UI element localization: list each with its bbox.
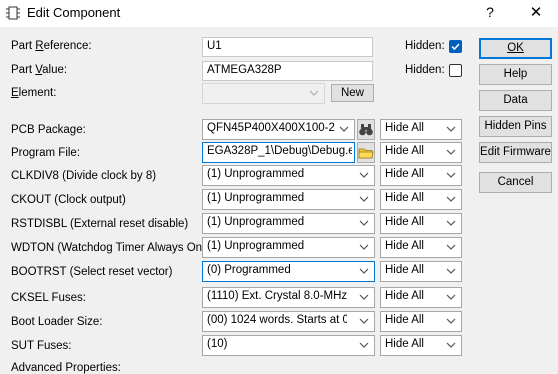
hide-option-select[interactable]: Hide All (380, 287, 462, 308)
property-label: RSTDISBL (External reset disable) (11, 218, 189, 230)
property-value-select[interactable]: (1) Unprogrammed (202, 213, 375, 234)
chevron-down-icon (359, 318, 369, 324)
chevron-down-icon (359, 244, 369, 250)
element-select[interactable] (202, 83, 325, 104)
hide-option-select[interactable]: Hide All (380, 237, 462, 258)
hide-option-select[interactable]: Hide All (380, 119, 462, 140)
help-icon[interactable]: ? (468, 0, 512, 27)
element-label: Element: (11, 87, 57, 99)
hidden-pins-button[interactable]: Hidden Pins (479, 116, 552, 137)
property-value-select[interactable]: (1) Unprogrammed (202, 165, 375, 186)
part-value-input[interactable]: ATMEGA328P (202, 61, 373, 81)
property-value-select[interactable]: (10) (202, 335, 375, 356)
window-title: Edit Component (27, 5, 121, 20)
pcb-package-select[interactable]: QFN45P400X400X100-29 (202, 119, 355, 140)
edit-firmware-button[interactable]: Edit Firmware (479, 142, 552, 163)
property-value-select[interactable]: (00) 1024 words. Starts at 0x1C0 (202, 311, 375, 332)
chevron-down-icon (309, 90, 319, 96)
advanced-properties-label: Advanced Properties: (11, 362, 121, 374)
program-file-input[interactable]: EGA328P_1\Debug\Debug.elf (202, 142, 355, 163)
property-value-select[interactable]: (0) Programmed (202, 261, 375, 282)
chevron-down-icon (446, 268, 456, 274)
part-reference-hidden-checkbox[interactable] (449, 40, 462, 53)
part-value-label: Part Value: (11, 64, 68, 76)
chevron-down-icon (446, 244, 456, 250)
property-label: CKOUT (Clock output) (11, 194, 126, 206)
cancel-button[interactable]: Cancel (479, 172, 552, 193)
chevron-down-icon (446, 342, 456, 348)
chevron-down-icon (446, 196, 456, 202)
chevron-down-icon (446, 126, 456, 132)
chevron-down-icon (446, 318, 456, 324)
property-label: SUT Fuses: (11, 340, 72, 352)
new-element-button[interactable]: New (331, 84, 374, 102)
folder-icon (358, 148, 374, 159)
chevron-down-icon (446, 172, 456, 178)
browse-file-button[interactable] (357, 142, 375, 163)
hide-option-select[interactable]: Hide All (380, 335, 462, 356)
part-reference-label: Part Reference: (11, 40, 92, 52)
hide-option-select[interactable]: Hide All (380, 142, 462, 163)
property-label: Program File: (11, 147, 81, 159)
part-reference-input[interactable]: U1 (202, 37, 373, 57)
hide-option-select[interactable]: Hide All (380, 311, 462, 332)
binoculars-icon (359, 124, 373, 136)
hide-option-select[interactable]: Hide All (380, 189, 462, 210)
chevron-down-icon (446, 220, 456, 226)
property-label: WDTON (Watchdog Timer Always On) (11, 242, 206, 254)
property-label: Boot Loader Size: (11, 316, 103, 328)
chevron-down-icon (359, 196, 369, 202)
chevron-down-icon (359, 172, 369, 178)
ok-button[interactable]: OK (479, 38, 552, 59)
title-bar: Edit Component ? ✕ (0, 0, 558, 27)
property-value-select[interactable]: (1) Unprogrammed (202, 237, 375, 258)
chevron-down-icon (359, 268, 369, 274)
part-value-hidden-checkbox[interactable] (449, 64, 462, 77)
property-label: CKSEL Fuses: (11, 292, 86, 304)
property-label: CLKDIV8 (Divide clock by 8) (11, 170, 157, 182)
chevron-down-icon (359, 220, 369, 226)
hide-option-select[interactable]: Hide All (380, 213, 462, 234)
part-value-hidden-label: Hidden: (405, 64, 445, 76)
chevron-down-icon (339, 126, 349, 132)
browse-package-button[interactable] (357, 119, 375, 140)
help-button[interactable]: Help (479, 64, 552, 85)
property-label: BOOTRST (Select reset vector) (11, 266, 173, 278)
part-reference-hidden-label: Hidden: (405, 40, 445, 52)
component-icon (6, 6, 20, 20)
chevron-down-icon (446, 294, 456, 300)
close-icon[interactable]: ✕ (514, 0, 558, 27)
checkmark-icon (451, 43, 460, 51)
hide-option-select[interactable]: Hide All (380, 261, 462, 282)
chevron-down-icon (359, 342, 369, 348)
property-label: PCB Package: (11, 124, 86, 136)
data-button[interactable]: Data (479, 90, 552, 111)
chevron-down-icon (359, 294, 369, 300)
property-value-select[interactable]: (1) Unprogrammed (202, 189, 375, 210)
hide-option-select[interactable]: Hide All (380, 165, 462, 186)
chevron-down-icon (446, 149, 456, 155)
property-value-select[interactable]: (1110) Ext. Crystal 8.0-MHz (202, 287, 375, 308)
